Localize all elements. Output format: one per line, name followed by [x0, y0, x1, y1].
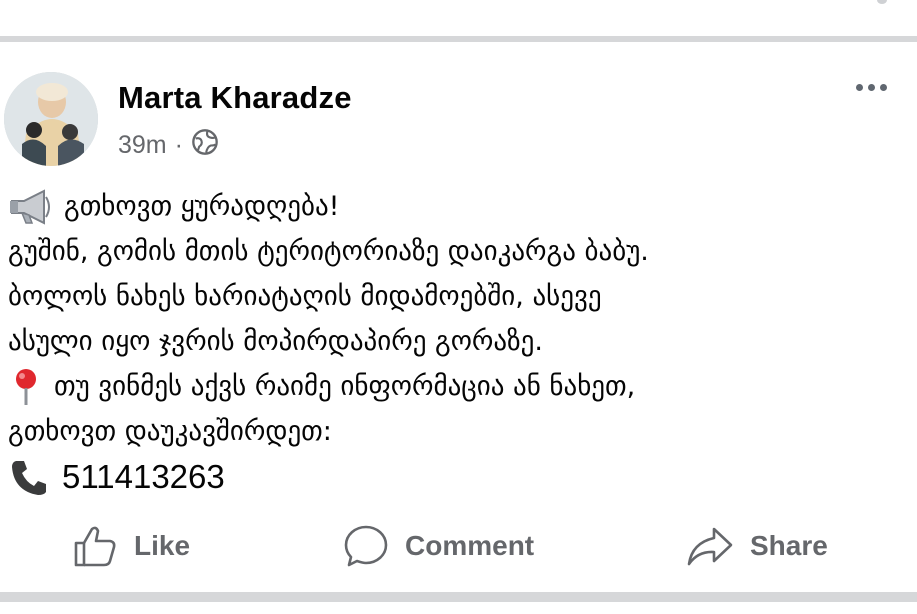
post-divider-bottom — [0, 592, 917, 602]
body-line-1: გთხოვთ ყურადღება! — [8, 184, 908, 229]
share-icon — [686, 523, 734, 569]
share-button[interactable]: Share — [686, 518, 828, 574]
comment-icon — [343, 523, 389, 569]
meta-separator: · — [174, 131, 183, 159]
action-bar: Like Comment Share — [0, 518, 917, 574]
megaphone-icon — [8, 187, 54, 227]
like-label: Like — [134, 530, 191, 561]
like-button[interactable]: Like — [72, 518, 190, 574]
body-line-2: გუშინ, გომის მთის ტერიტორიაზე დაიკარგა ბ… — [8, 229, 908, 274]
body-text-line: ასული იყო ჯვრის მოპირდაპირე გორაზე. — [8, 326, 543, 357]
body-line-7: 511413263 — [8, 454, 908, 499]
globe-icon — [191, 128, 219, 163]
post-body: გთხოვთ ყურადღება! გუშინ, გომის მთის ტერი… — [8, 184, 908, 499]
post-time[interactable]: 39m — [118, 131, 167, 160]
body-line-3: ბოლოს ნახეს ხარიატაღის მიდამოებში, ასევე — [8, 274, 908, 319]
body-line-4: ასული იყო ჯვრის მოპირდაპირე გორაზე. — [8, 319, 908, 364]
comment-label: Comment — [405, 530, 535, 561]
post-meta: 39m · — [118, 128, 219, 163]
body-text-line: ბოლოს ნახეს ხარიატაღის მიდამოებში, ასევე — [8, 281, 602, 312]
body-text-line: გუშინ, გომის მთის ტერიტორიაზე დაიკარგა ბ… — [8, 236, 649, 267]
phone-icon — [8, 457, 52, 497]
body-line-6: გთხოვთ დაუკავშირდეთ: — [8, 409, 908, 454]
like-icon — [72, 523, 118, 569]
phone-number[interactable]: 511413263 — [62, 454, 225, 499]
author-name[interactable]: Marta Kharadze — [118, 80, 352, 116]
avatar[interactable] — [4, 72, 98, 166]
body-text-line: გთხოვთ დაუკავშირდეთ: — [8, 416, 332, 447]
previous-post-edge — [877, 0, 887, 4]
body-text-line: გთხოვთ ყურადღება! — [64, 191, 340, 222]
body-line-5: თუ ვინმეს აქვს რაიმე ინფორმაცია ან ნახეთ… — [8, 364, 908, 409]
pin-icon — [8, 367, 44, 407]
body-text-line: თუ ვინმეს აქვს რაიმე ინფორმაცია ან ნახეთ… — [54, 371, 636, 402]
post-divider-top — [0, 36, 917, 42]
comment-button[interactable]: Comment — [343, 518, 534, 574]
share-label: Share — [750, 530, 828, 561]
more-icon[interactable] — [856, 84, 887, 91]
